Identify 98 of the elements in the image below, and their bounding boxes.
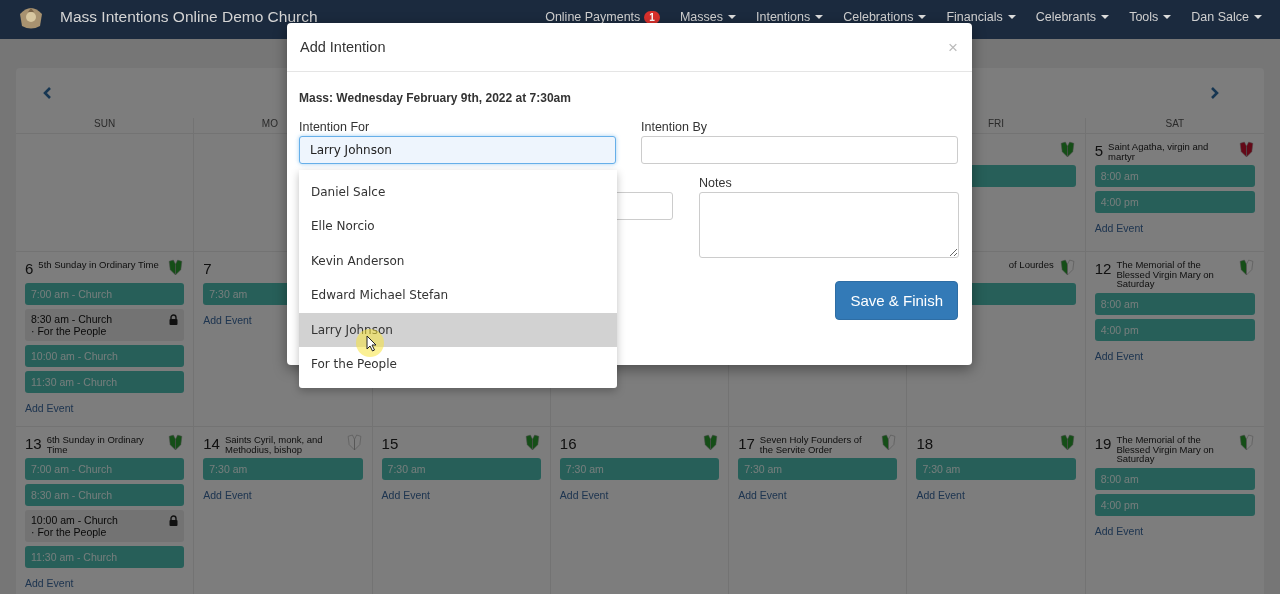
mass-event[interactable]: 7:00 am - Church [25, 283, 185, 305]
add-event-link[interactable]: Add Event [381, 489, 430, 501]
mass-event[interactable]: 7:00 am - Church [25, 458, 185, 480]
add-event-link[interactable]: Add Event [1094, 222, 1144, 234]
mass-event[interactable]: 8:00 am [1094, 165, 1255, 187]
day-number: 15 [381, 434, 399, 453]
vestment-icon [880, 434, 898, 451]
intention-text: · For the People [31, 526, 108, 538]
mass-event[interactable]: 8:00 am [1094, 292, 1255, 315]
feast-title: Seven Holy Founders of the Servite Order [759, 434, 862, 455]
event-time: 8:30 am - Church [31, 313, 113, 325]
notes-field[interactable] [699, 192, 959, 258]
suggestion-item[interactable]: Kevin Anderson [299, 243, 617, 279]
add-event-link[interactable]: Add Event [559, 489, 609, 501]
day-number: 7 [203, 259, 212, 278]
chevron-left-icon [42, 87, 52, 99]
mass-event[interactable]: 8:30 am - Church [25, 484, 185, 506]
vestment-icon [1058, 259, 1076, 276]
event-time: 10:00 am - Church [31, 514, 118, 526]
mass-event[interactable]: 7:30 am [559, 458, 720, 480]
menu-item[interactable]: Masses [679, 10, 736, 24]
vestment-icon [1058, 141, 1076, 158]
add-event-link[interactable]: Add Event [1094, 349, 1144, 362]
text-field[interactable] [641, 136, 958, 164]
menu-item[interactable]: Online Payments 1 [545, 10, 660, 24]
mass-event[interactable]: 7:30 am [738, 458, 898, 480]
intention-text: · For the People [31, 325, 108, 337]
weekday-label: SUN [94, 118, 116, 131]
feast-title: 6th Sunday in Ordinary Time [46, 434, 144, 455]
day-number: 12 [1094, 259, 1112, 278]
day-number: 16 [559, 434, 577, 453]
suggestion-item[interactable]: Elle Norcio [299, 209, 617, 244]
day-number: 17 [738, 434, 755, 453]
weekday-label: SAT [1165, 118, 1185, 131]
menu-item[interactable]: Dan Salce [1191, 10, 1262, 24]
suggestion-item[interactable]: For the People [299, 346, 617, 382]
mass-event[interactable]: 10:00 am - Church [25, 345, 185, 367]
add-event-link[interactable]: Add Event [916, 489, 965, 501]
mass-event[interactable]: 11:30 am - Church [25, 546, 185, 568]
count-badge: 1 [644, 10, 660, 24]
add-event-link[interactable]: Add Event [1094, 524, 1144, 537]
weekday-label: FRI [988, 118, 1005, 131]
lock-icon [169, 314, 179, 325]
suggestion-item[interactable]: Larry Johnson [299, 312, 617, 347]
vestment-icon [1238, 141, 1255, 158]
feast-title: Saint Agatha, virgin and martyr [1108, 141, 1209, 162]
vestment-icon [1058, 434, 1076, 451]
vestment-icon [1238, 259, 1255, 276]
menu-item[interactable]: Celebrations [843, 10, 927, 24]
field-label: Intention By [641, 120, 708, 134]
booked-mass-event[interactable]: 8:30 am - Church · For the People [25, 309, 185, 341]
vestment-icon [167, 434, 185, 451]
chevron-right-icon [1210, 87, 1220, 99]
day-number: 19 [1094, 434, 1112, 453]
mass-event[interactable]: 11:30 am - Church [25, 371, 185, 393]
add-event-link[interactable]: Add Event [203, 314, 252, 326]
feast-title: The Memorial of the Blessed Virgin Mary on Saturday [1116, 259, 1214, 289]
day-number: 6 [25, 259, 34, 278]
mass-info: Mass: Wednesday February 9th, 2022 at 7:30am [299, 91, 572, 105]
day-number: 5 [1094, 141, 1104, 160]
save-button[interactable]: Save & Finish [835, 281, 958, 320]
dialog-title: Add Intention [300, 39, 386, 55]
weekday-label: MO [261, 118, 278, 131]
add-event-link[interactable]: Add Event [25, 577, 74, 589]
menu-item[interactable]: Tools [1129, 10, 1172, 24]
feast-title: Saints Cyril, monk, and Methodius, bishop [224, 434, 323, 455]
vestment-icon [345, 434, 363, 451]
add-event-link[interactable]: Add Event [203, 489, 252, 501]
field-label: Intention For [299, 120, 371, 134]
close-button[interactable]: × [948, 38, 958, 56]
vestment-icon [167, 259, 185, 276]
suggestion-item[interactable]: Daniel Salce [299, 175, 617, 210]
mass-event[interactable]: 7:30 am [203, 458, 363, 480]
add-event-link[interactable]: Add Event [738, 489, 787, 501]
lock-icon [169, 515, 179, 526]
vestment-icon [523, 434, 541, 451]
feast-title: 5th Sunday in Ordinary Time [38, 259, 159, 270]
booked-mass-event[interactable]: 10:00 am - Church · For the People [25, 510, 185, 542]
add-event-link[interactable]: Add Event [25, 402, 74, 414]
mass-event[interactable]: 7:30 am [916, 458, 1076, 480]
menu-item[interactable]: Celebrants [1035, 10, 1110, 24]
mass-event[interactable]: 4:00 pm [1094, 493, 1255, 516]
day-number: 14 [203, 434, 220, 453]
site-title[interactable]: Mass Intentions Online Demo Church [60, 8, 318, 26]
vestment-icon [702, 434, 720, 451]
mass-event[interactable]: 4:00 pm [1094, 191, 1255, 213]
menu-item[interactable]: Financials [946, 10, 1016, 24]
feast-title: The Memorial of the Blessed Virgin Mary on Saturday [1116, 434, 1214, 464]
day-number: 13 [25, 434, 42, 453]
menu-item[interactable]: Intentions [756, 10, 824, 24]
mass-event[interactable]: 8:00 am [1094, 467, 1255, 490]
text-field[interactable]: Larry Johnson [299, 136, 616, 164]
field-label: Notes [699, 176, 733, 190]
feast-title: of Lourdes [1008, 259, 1054, 270]
mass-event[interactable]: 7:30 am [381, 458, 541, 480]
day-number: 18 [916, 434, 934, 453]
vestment-icon [1238, 434, 1255, 451]
mass-event[interactable]: 4:00 pm [1094, 318, 1255, 341]
